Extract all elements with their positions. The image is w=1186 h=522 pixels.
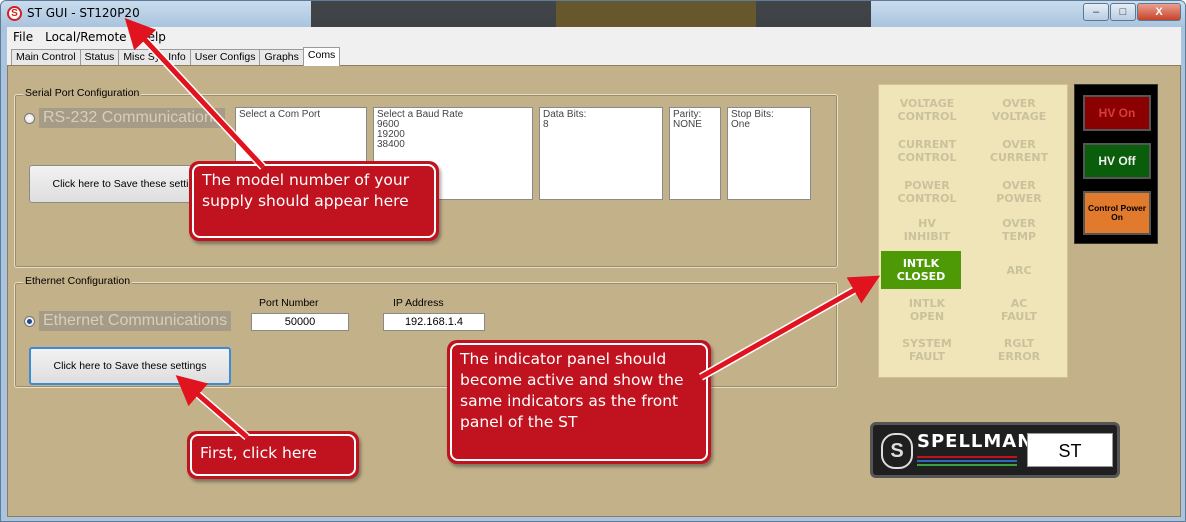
menu-help[interactable]: Help bbox=[133, 30, 172, 44]
spellman-logo-icon[interactable]: S bbox=[7, 6, 22, 21]
indicator-current-control: CURRENT CONTROL bbox=[897, 138, 957, 164]
spellman-logo: S SPELLMAN ST bbox=[870, 422, 1120, 478]
ip-address-field[interactable]: 192.168.1.4 bbox=[383, 313, 485, 331]
model-callout-text: The model number of your supply should a… bbox=[192, 164, 436, 238]
model-callout: The model number of your supply should a… bbox=[189, 161, 439, 241]
rs232-radio[interactable] bbox=[24, 113, 35, 124]
window-controls: – □ X bbox=[1083, 3, 1181, 21]
indicator-intlk-closed: INTLK CLOSED bbox=[881, 251, 961, 289]
indicator-arc: ARC bbox=[1006, 263, 1032, 277]
serial-port-legend: Serial Port Configuration bbox=[23, 87, 142, 99]
menu-bar: File Local/Remote Help bbox=[7, 27, 1181, 47]
indicator-hv-inhibit: HV INHIBIT bbox=[903, 217, 951, 243]
window-title: ST GUI - ST120P20 bbox=[27, 6, 140, 20]
parity-value[interactable]: NONE bbox=[673, 120, 717, 130]
data-bits-header: Data Bits: bbox=[543, 109, 587, 120]
indicator-intlk-open: INTLK OPEN bbox=[908, 297, 946, 323]
tab-main-control[interactable]: Main Control bbox=[11, 49, 81, 65]
logo-model: ST bbox=[1027, 433, 1113, 467]
ip-address-label: IP Address bbox=[393, 297, 444, 309]
com-port-header: Select a Com Port bbox=[239, 109, 321, 120]
indicator-over-temp: OVER TEMP bbox=[1001, 217, 1037, 243]
tab-graphs[interactable]: Graphs bbox=[259, 49, 304, 65]
indicator-power-control: POWER CONTROL bbox=[897, 179, 957, 205]
tab-user-configs[interactable]: User Configs bbox=[189, 49, 261, 65]
menu-local-remote[interactable]: Local/Remote bbox=[39, 30, 132, 44]
indicator-voltage-control: VOLTAGE CONTROL bbox=[897, 97, 957, 123]
data-bits-list[interactable]: Data Bits: 8 bbox=[539, 107, 663, 200]
ethernet-radio[interactable] bbox=[24, 316, 35, 327]
indicator-panel: VOLTAGE CONTROL OVER VOLTAGE CURRENT CON… bbox=[878, 84, 1068, 378]
hv-on-button[interactable]: HV On bbox=[1083, 95, 1151, 131]
indicator-ac-fault: AC FAULT bbox=[1000, 297, 1038, 323]
rs232-label: RS-232 Communications bbox=[39, 108, 225, 128]
data-bits-value[interactable]: 8 bbox=[543, 120, 659, 130]
ethernet-label: Ethernet Communications bbox=[39, 311, 232, 331]
hv-control-panel: HV On HV Off Control Power On bbox=[1074, 84, 1158, 244]
stop-bits-list[interactable]: Stop Bits: One bbox=[727, 107, 811, 200]
indicator-system-fault: SYSTEM FAULT bbox=[902, 337, 952, 363]
port-number-label: Port Number bbox=[259, 297, 319, 309]
tab-coms[interactable]: Coms bbox=[302, 47, 341, 66]
port-number-field[interactable]: 50000 bbox=[251, 313, 349, 331]
logo-stripe-blue bbox=[917, 460, 1017, 462]
control-power-button[interactable]: Control Power On bbox=[1083, 191, 1151, 235]
app-window: S ST GUI - ST120P20 – □ X File Local/Rem… bbox=[0, 0, 1186, 522]
minimize-button[interactable]: – bbox=[1083, 3, 1109, 21]
tab-misc-sys-info[interactable]: Misc Sys Info bbox=[118, 49, 191, 65]
logo-stripe-red bbox=[917, 456, 1017, 458]
close-button[interactable]: X bbox=[1137, 3, 1181, 21]
baud-option[interactable]: 38400 bbox=[377, 140, 529, 150]
indicator-over-current: OVER CURRENT bbox=[989, 138, 1049, 164]
spellman-s-icon: S bbox=[881, 433, 913, 469]
indicator-over-voltage: OVER VOLTAGE bbox=[991, 97, 1047, 123]
indicator-callout-text: The indicator panel should become active… bbox=[450, 343, 708, 461]
menu-file[interactable]: File bbox=[7, 30, 39, 44]
logo-stripe-green bbox=[917, 464, 1017, 466]
indicator-callout: The indicator panel should become active… bbox=[447, 340, 711, 464]
logo-brand: SPELLMAN bbox=[917, 431, 1034, 452]
ethernet-save-button[interactable]: Click here to Save these settings bbox=[29, 347, 231, 385]
stop-bits-value[interactable]: One bbox=[731, 120, 807, 130]
title-bar: S ST GUI - ST120P20 – □ X bbox=[1, 1, 1185, 27]
indicator-rglt-error: RGLT ERROR bbox=[997, 337, 1041, 363]
first-click-callout-text: First, click here bbox=[190, 434, 356, 476]
maximize-button[interactable]: □ bbox=[1110, 3, 1136, 21]
baud-rate-header: Select a Baud Rate bbox=[377, 109, 464, 120]
hv-off-button[interactable]: HV Off bbox=[1083, 143, 1151, 179]
tab-status[interactable]: Status bbox=[79, 49, 120, 65]
background-desktop-strip-gold bbox=[556, 1, 756, 27]
ethernet-group: Ethernet Configuration Ethernet Communic… bbox=[14, 275, 838, 388]
first-click-callout: First, click here bbox=[187, 431, 359, 479]
indicator-over-power: OVER POWER bbox=[996, 179, 1042, 205]
tab-strip: Main Control Status Misc Sys Info User C… bbox=[7, 47, 1181, 66]
parity-list[interactable]: Parity: NONE bbox=[669, 107, 721, 200]
ethernet-legend: Ethernet Configuration bbox=[23, 275, 133, 287]
